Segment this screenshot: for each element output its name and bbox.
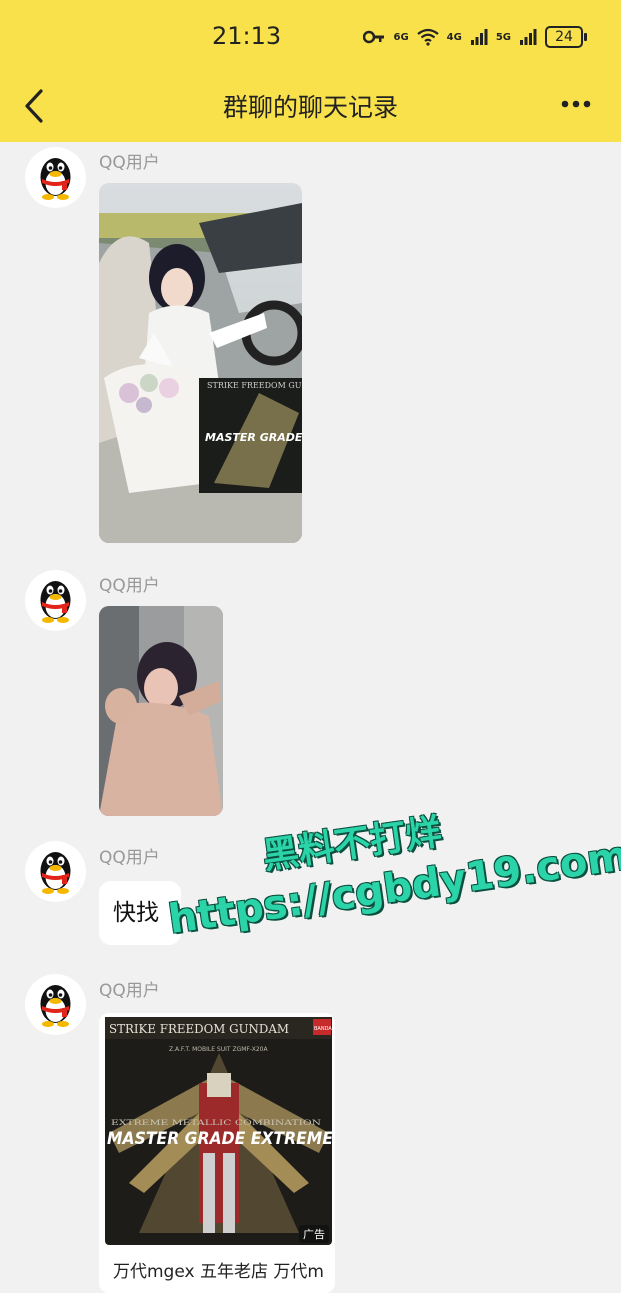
ad-tag: 广告 xyxy=(299,1225,329,1243)
avatar[interactable] xyxy=(25,974,86,1035)
cell-signal-icon xyxy=(520,29,537,45)
sender-name: QQ用户 xyxy=(99,848,160,868)
signal-label-3: 5G xyxy=(495,31,511,43)
ad-brand-text: BANDAI xyxy=(314,1026,333,1032)
more-horizontal-icon[interactable] xyxy=(561,100,591,108)
wifi-icon xyxy=(416,28,439,46)
status-time: 21:13 xyxy=(212,22,282,50)
sender-name: QQ用户 xyxy=(99,981,160,1001)
sender-name: QQ用户 xyxy=(99,153,160,173)
box-title-text: STRIKE FREEDOM GUNDAM xyxy=(207,381,302,390)
image-message[interactable] xyxy=(99,606,223,816)
avatar[interactable] xyxy=(25,841,86,902)
photo-car-cosplay: STRIKE FREEDOM GUNDAM MASTER GRADE EX xyxy=(99,183,302,543)
ad-box-subtitle-text: Z.A.F.T. MOBILE SUIT ZGMF-X20A xyxy=(169,1046,268,1053)
ad-product-image: STRIKE FREEDOM GUNDAM Z.A.F.T. MOBILE SU… xyxy=(105,1017,333,1245)
nav-bar: 群聊的聊天记录 xyxy=(0,70,621,142)
page-title: 群聊的聊天记录 xyxy=(222,93,398,122)
ad-box-title-text: STRIKE FREEDOM GUNDAM xyxy=(109,1022,289,1036)
ad-box-band-text: EXTREME METALLIC COMBINATION xyxy=(111,1119,321,1127)
box-grade-text: MASTER GRADE EX xyxy=(205,431,302,444)
sender-name: QQ用户 xyxy=(99,576,160,596)
signal-label-1: 6G xyxy=(393,31,409,43)
qq-penguin-icon xyxy=(40,158,71,200)
signal-label-2: 4G xyxy=(446,31,462,43)
battery-icon: 24 xyxy=(545,26,587,48)
avatar[interactable] xyxy=(25,147,86,208)
qq-penguin-icon xyxy=(40,985,71,1027)
ad-description: 万代mgex 五年老店 万代m xyxy=(113,1262,324,1282)
avatar[interactable] xyxy=(25,570,86,631)
ad-card[interactable]: STRIKE FREEDOM GUNDAM Z.A.F.T. MOBILE SU… xyxy=(99,1013,335,1293)
image-message[interactable]: STRIKE FREEDOM GUNDAM MASTER GRADE EX xyxy=(99,183,302,543)
photo-blurred xyxy=(99,606,223,816)
cell-signal-icon xyxy=(470,29,488,45)
qq-penguin-icon xyxy=(40,852,71,894)
status-icons: 6G 4G 5G 24 xyxy=(363,24,587,50)
key-icon xyxy=(363,30,385,44)
qq-penguin-icon xyxy=(40,581,71,623)
ad-box-grade-text: MASTER GRADE EXTREME xyxy=(107,1129,333,1149)
status-bar: 21:13 6G 4G 5G 24 xyxy=(0,0,621,70)
